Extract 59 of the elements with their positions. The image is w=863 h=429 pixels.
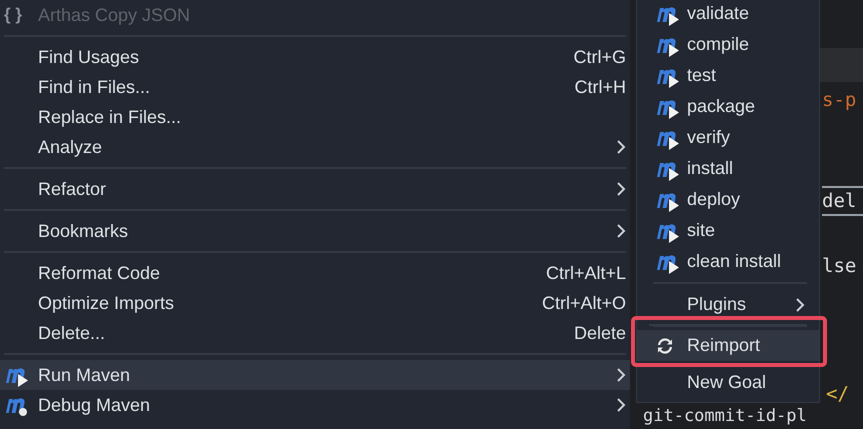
- menu-item[interactable]: Plugins: [637, 289, 819, 320]
- menu-item[interactable]: Refactor: [0, 174, 630, 204]
- menu-item[interactable]: Run Maven: [0, 360, 630, 390]
- menu-item-label: Bookmarks: [38, 220, 128, 242]
- menu-item[interactable]: Optimize Imports Ctrl+Alt+O: [0, 288, 630, 318]
- menu-item-label: verify: [687, 126, 730, 149]
- menu-item[interactable]: install: [637, 153, 819, 184]
- menu-item[interactable]: Debug Maven: [0, 390, 630, 420]
- menu-item-label: Analyze: [38, 136, 102, 159]
- menu-item[interactable]: site: [637, 215, 819, 246]
- menu-item-label: install: [687, 157, 734, 180]
- menu-item[interactable]: package: [637, 91, 819, 122]
- menu-item-label: Find Usages: [38, 46, 140, 69]
- menu-item-label: Reformat Code: [38, 262, 160, 284]
- menu-item-label: site: [687, 219, 716, 242]
- menu-item[interactable]: test: [637, 60, 819, 91]
- menu-item-label: Plugins: [687, 293, 746, 316]
- menu-item[interactable]: validate: [637, 0, 819, 29]
- menu-item[interactable]: Find Usages Ctrl+G: [0, 42, 630, 72]
- code-text: git-commit-id-pl: [643, 406, 807, 426]
- menu-item[interactable]: compile: [637, 29, 819, 60]
- shortcut-label: Ctrl+G: [573, 46, 626, 68]
- menu-item-label: Refactor: [38, 178, 106, 200]
- menu-item-label: Reimport: [687, 334, 760, 357]
- menu-item[interactable]: Replace in Files...: [0, 102, 630, 132]
- menu-item-label: Find in Files...: [38, 76, 150, 98]
- menu-item[interactable]: New Goal: [637, 367, 819, 398]
- menu-item[interactable]: Bookmarks: [0, 216, 630, 246]
- menu-item[interactable]: Analyze: [0, 132, 630, 162]
- menu-item-label: Optimize Imports: [38, 292, 174, 315]
- shortcut-label: Ctrl+Alt+O: [542, 292, 626, 314]
- code-text: s-p: [822, 89, 856, 111]
- menu-item[interactable]: clean install: [637, 246, 819, 277]
- menu-item[interactable]: Delete... Delete: [0, 318, 630, 348]
- menu-item-label: Run Maven: [38, 364, 130, 386]
- code-text: </: [826, 383, 849, 405]
- shortcut-label: Delete: [574, 322, 626, 344]
- menu-item-label: Debug Maven: [38, 394, 150, 417]
- menu-item[interactable]: Find in Files... Ctrl+H: [0, 72, 630, 102]
- refresh-icon: [655, 336, 675, 356]
- menu-item-label: test: [687, 64, 716, 87]
- menu-item-label: validate: [687, 2, 750, 25]
- braces-icon: { }: [4, 2, 22, 28]
- code-text: lse: [822, 255, 856, 277]
- menu-item-label: package: [687, 95, 756, 118]
- menu-item-label: Delete...: [38, 322, 106, 344]
- menu-item-label: deploy: [687, 188, 740, 211]
- shortcut-label: Ctrl+Alt+L: [546, 262, 626, 284]
- menu-item-label: clean install: [687, 250, 782, 273]
- menu-item[interactable]: Reformat Code Ctrl+Alt+L: [0, 258, 630, 288]
- menu-item-label: Arthas Copy JSON: [38, 4, 190, 27]
- menu-item[interactable]: deploy: [637, 184, 819, 215]
- menu-item[interactable]: Reimport: [637, 330, 819, 361]
- code-text: del: [822, 190, 856, 212]
- menu-item-label: New Goal: [687, 371, 766, 394]
- menu-item-label: Replace in Files...: [38, 106, 182, 129]
- menu-item-label: compile: [687, 33, 750, 56]
- menu-item[interactable]: verify: [637, 122, 819, 153]
- shortcut-label: Ctrl+H: [574, 76, 626, 98]
